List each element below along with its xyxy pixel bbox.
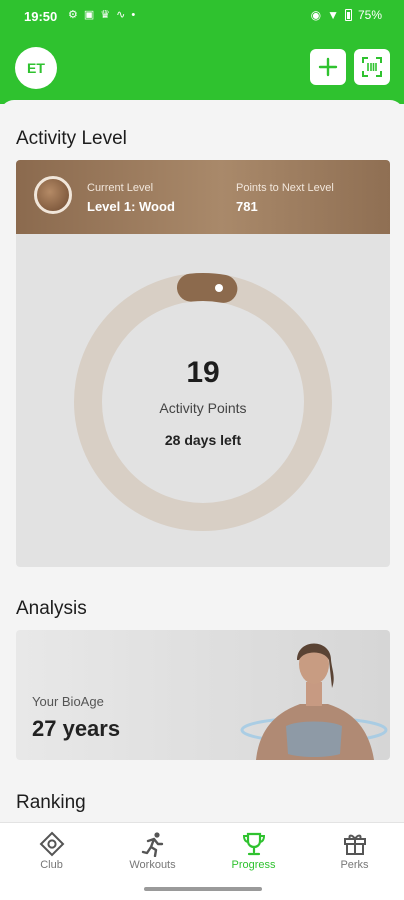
activity-points-label: Activity Points bbox=[159, 400, 247, 416]
gift-icon bbox=[343, 834, 366, 855]
home-indicator[interactable] bbox=[144, 887, 262, 891]
wood-badge-icon bbox=[34, 176, 72, 214]
main-content[interactable]: Activity Level Current Level Level 1: Wo… bbox=[0, 100, 404, 822]
app-bar: ET bbox=[0, 32, 404, 104]
person-illustration bbox=[240, 643, 388, 760]
status-bar: 19:50 ⚙▣♛∿• ◉ ▼ 75% bbox=[0, 0, 404, 32]
nav-progress-label: Progress bbox=[231, 859, 276, 871]
days-left: 28 days left bbox=[164, 432, 242, 448]
trophy-icon bbox=[242, 832, 265, 856]
bottom-nav: Club Workouts Progress Perks bbox=[0, 822, 404, 900]
wifi-icon: ▼ bbox=[327, 8, 339, 22]
notification-icons: ⚙▣♛∿• bbox=[68, 9, 142, 21]
bioage-label: Your BioAge bbox=[32, 694, 104, 709]
target-icon bbox=[39, 831, 64, 857]
bioage-value: 27 years bbox=[32, 716, 121, 741]
level-header: Current Level Level 1: Wood Points to Ne… bbox=[16, 160, 390, 234]
running-icon bbox=[141, 832, 163, 857]
scan-icon bbox=[362, 57, 382, 77]
status-time: 19:50 bbox=[24, 9, 58, 24]
eye-icon: ◉ bbox=[310, 8, 322, 22]
battery-percent: 75% bbox=[357, 8, 382, 22]
ranking-title: Ranking bbox=[16, 792, 86, 813]
bioage-card[interactable]: Your BioAge 27 years bbox=[16, 630, 390, 760]
nav-progress[interactable]: Progress bbox=[203, 831, 304, 871]
battery-icon bbox=[344, 9, 352, 21]
current-level-label: Current Level bbox=[87, 182, 154, 194]
nav-workouts[interactable]: Workouts bbox=[102, 831, 203, 871]
nav-workouts-label: Workouts bbox=[129, 859, 176, 871]
nav-perks[interactable]: Perks bbox=[304, 831, 404, 871]
points-next-value: 781 bbox=[236, 199, 258, 214]
current-level-value: Level 1: Wood bbox=[87, 199, 175, 214]
add-button[interactable] bbox=[310, 49, 346, 85]
status-right: ◉ ▼ 75% bbox=[311, 8, 382, 22]
scan-button[interactable] bbox=[354, 49, 390, 85]
activity-level-card[interactable]: Current Level Level 1: Wood Points to Ne… bbox=[16, 160, 390, 567]
ring-marker bbox=[215, 284, 223, 292]
activity-title: Activity Level bbox=[16, 128, 127, 149]
plus-icon bbox=[318, 57, 338, 77]
avatar[interactable]: ET bbox=[15, 47, 57, 89]
nav-perks-label: Perks bbox=[340, 859, 369, 871]
nav-club-label: Club bbox=[40, 859, 63, 871]
nav-club[interactable]: Club bbox=[1, 831, 102, 871]
activity-points-value: 19 bbox=[186, 356, 220, 389]
points-next-label: Points to Next Level bbox=[236, 182, 334, 194]
analysis-title: Analysis bbox=[16, 598, 87, 619]
